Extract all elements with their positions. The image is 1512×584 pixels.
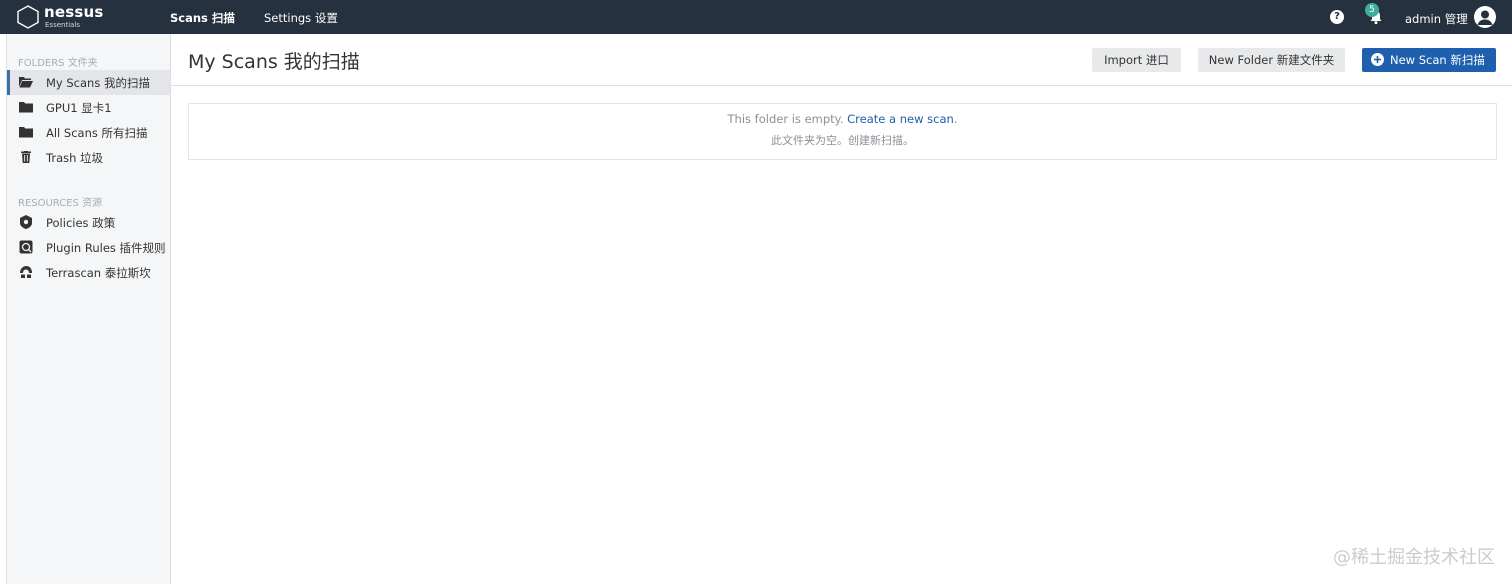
sidebar-item-label: Terrascan 泰拉斯坎 — [46, 266, 151, 280]
sidebar-item-label: All Scans 所有扫描 — [46, 126, 148, 140]
import-button[interactable]: Import 进口 — [1092, 48, 1181, 72]
sidebar-item-label: GPU1 显卡1 — [46, 101, 112, 115]
sidebar-item-my-scans[interactable]: My Scans 我的扫描 — [7, 70, 170, 95]
sidebar-item-terrascan[interactable]: Terrascan 泰拉斯坎 — [7, 260, 170, 285]
new-scan-button[interactable]: New Scan 新扫描 — [1362, 48, 1496, 72]
sidebar: FOLDERS 文件夹 My Scans 我的扫描 GPU1 显卡1 All S… — [6, 34, 171, 584]
empty-folder-translation: 此文件夹为空。创建新扫描。 — [771, 134, 914, 147]
nav-settings[interactable]: Settings 设置 — [264, 10, 338, 26]
header-divider — [171, 85, 1512, 86]
terrascan-icon — [20, 266, 32, 278]
page-title: My Scans 我的扫描 — [188, 51, 360, 73]
hexagon-logo-icon — [17, 5, 39, 29]
empty-folder-message: This folder is empty. Create a new scan.… — [188, 103, 1497, 160]
empty-folder-text: This folder is empty. Create a new scan. — [189, 112, 1496, 126]
user-avatar-icon[interactable] — [1474, 6, 1496, 28]
sidebar-item-label: Plugin Rules 插件规则 — [46, 241, 166, 255]
trash-icon — [21, 151, 31, 163]
nav-scans[interactable]: Scans 扫描 — [170, 10, 235, 26]
sidebar-item-label: Policies 政策 — [46, 216, 116, 230]
folders-section-label: FOLDERS 文件夹 — [18, 58, 98, 69]
plugin-rules-icon — [19, 240, 33, 254]
notification-badge[interactable]: 5 — [1365, 3, 1379, 17]
shield-icon — [20, 215, 32, 229]
resources-section-label: RESOURCES 资源 — [18, 198, 103, 209]
folder-icon — [19, 102, 33, 113]
help-icon[interactable]: ? — [1330, 10, 1344, 24]
folder-open-icon — [19, 77, 33, 88]
sidebar-item-label: My Scans 我的扫描 — [46, 76, 150, 90]
nessus-logo[interactable]: nessus Essentials — [16, 3, 116, 31]
logo-name: nessus — [44, 3, 104, 21]
sidebar-item-trash[interactable]: Trash 垃圾 — [7, 145, 170, 170]
sidebar-item-all-scans[interactable]: All Scans 所有扫描 — [7, 120, 170, 145]
sidebar-item-label: Trash 垃圾 — [46, 151, 104, 165]
empty-period: . — [953, 112, 958, 126]
folder-icon — [19, 127, 33, 138]
watermark: @稀土掘金技术社区 — [1333, 547, 1495, 568]
new-scan-label: New Scan 新扫描 — [1390, 53, 1485, 67]
create-new-scan-link[interactable]: Create a new scan — [847, 112, 954, 126]
top-navigation-bar: nessus Essentials Scans 扫描 Settings 设置 ?… — [0, 0, 1512, 34]
sidebar-item-gpu1[interactable]: GPU1 显卡1 — [7, 95, 170, 120]
user-menu-label[interactable]: admin 管理 — [1405, 11, 1468, 27]
sidebar-item-plugin-rules[interactable]: Plugin Rules 插件规则 — [7, 235, 170, 260]
plus-circle-icon — [1371, 53, 1384, 66]
new-folder-button[interactable]: New Folder 新建文件夹 — [1198, 48, 1345, 72]
empty-text: This folder is empty. — [727, 112, 848, 126]
sidebar-item-policies[interactable]: Policies 政策 — [7, 210, 170, 235]
logo-edition: Essentials — [45, 21, 81, 29]
